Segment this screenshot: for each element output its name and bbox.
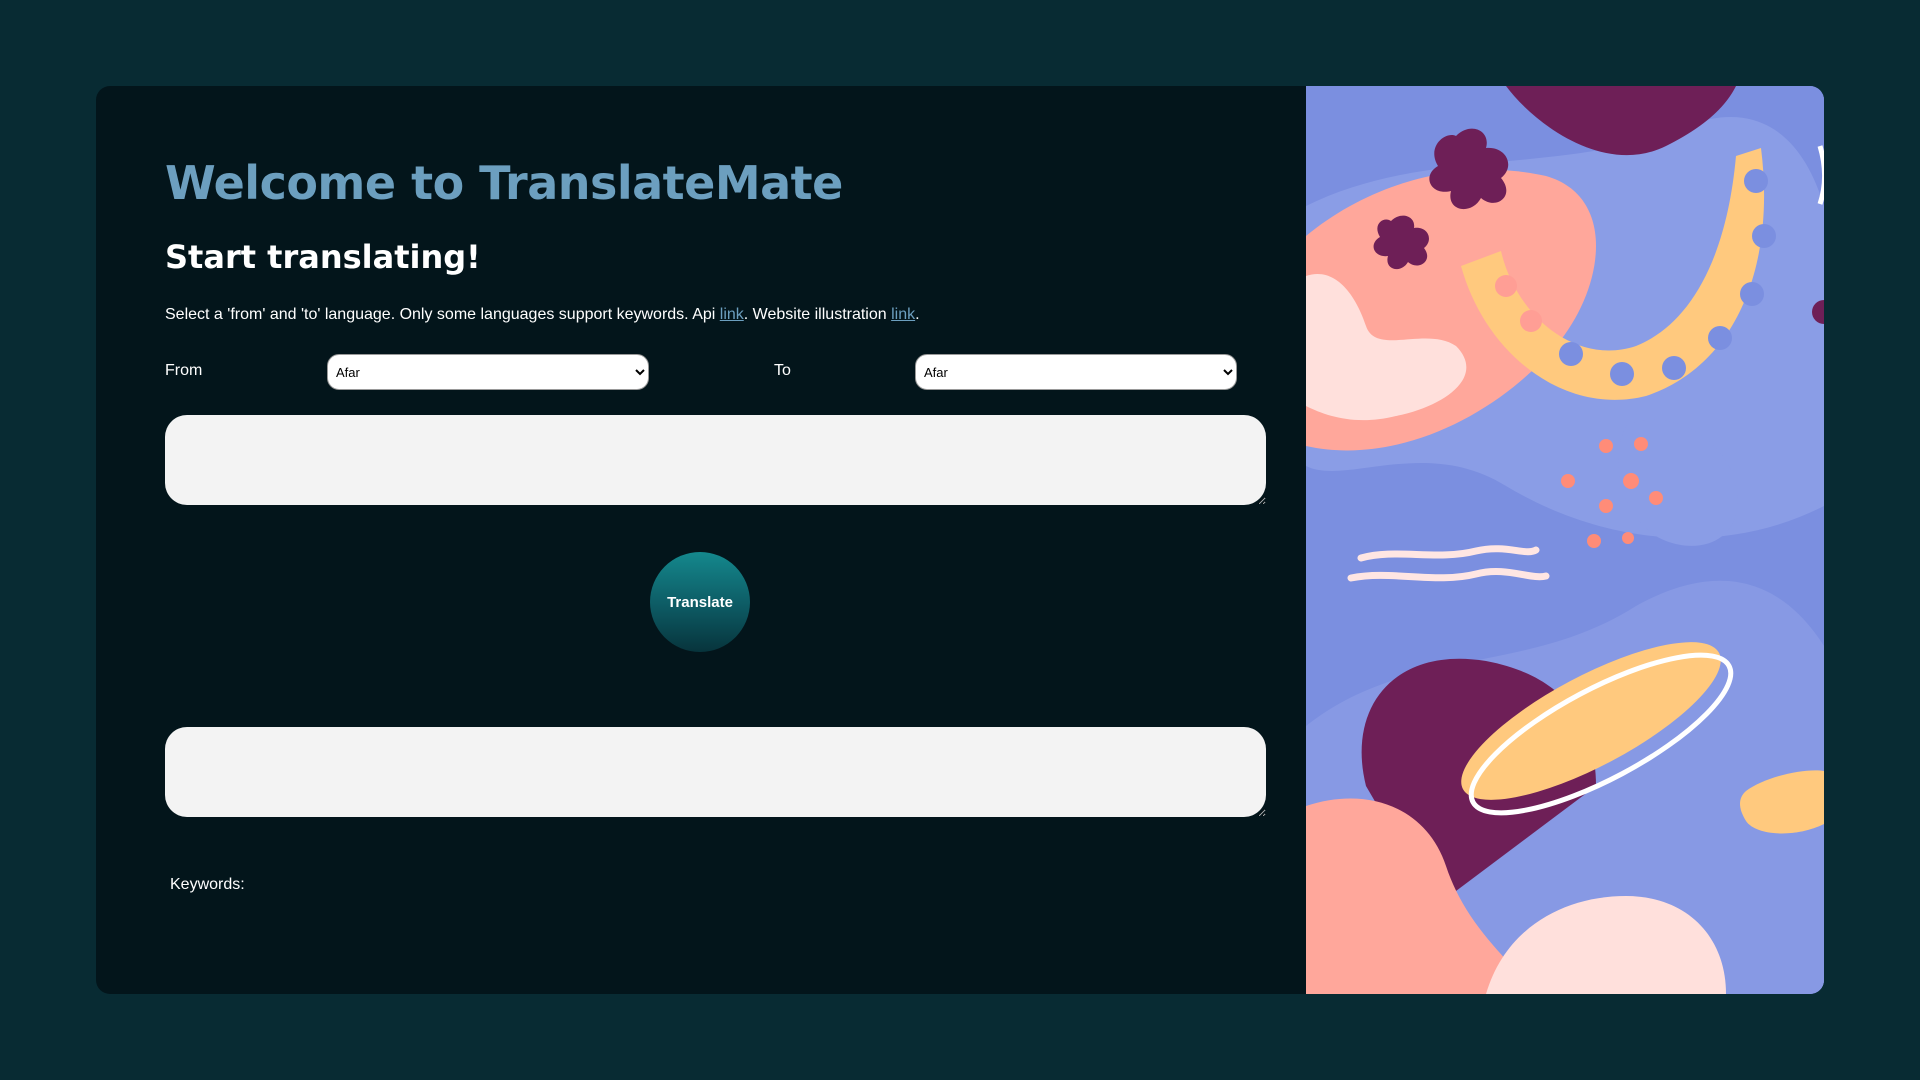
keywords-label: Keywords: <box>170 876 245 893</box>
from-label: From <box>165 362 203 379</box>
page-subtitle: Start translating! <box>165 238 481 276</box>
translated-text-output[interactable] <box>165 727 1266 817</box>
main-card: Welcome to TranslateMate Start translati… <box>96 86 1824 994</box>
description-part-1: Select a 'from' and 'to' language. Only … <box>165 306 720 323</box>
description-part-3: . <box>915 306 920 323</box>
illustration-link[interactable]: link <box>891 306 915 323</box>
to-label: To <box>774 362 791 379</box>
source-text-input[interactable] <box>165 415 1266 505</box>
description-part-2: . Website illustration <box>743 306 892 323</box>
description-text: Select a 'from' and 'to' language. Only … <box>165 306 920 324</box>
decorative-illustration <box>1306 86 1824 994</box>
from-language-select[interactable]: Afar <box>327 354 649 390</box>
abstract-shapes-illustration <box>1306 86 1824 994</box>
translate-button[interactable]: Translate <box>650 552 750 652</box>
translator-panel: Welcome to TranslateMate Start translati… <box>96 86 1306 994</box>
to-language-select[interactable]: Afar <box>915 354 1237 390</box>
page-title: Welcome to TranslateMate <box>165 156 843 210</box>
api-link[interactable]: link <box>720 306 744 323</box>
